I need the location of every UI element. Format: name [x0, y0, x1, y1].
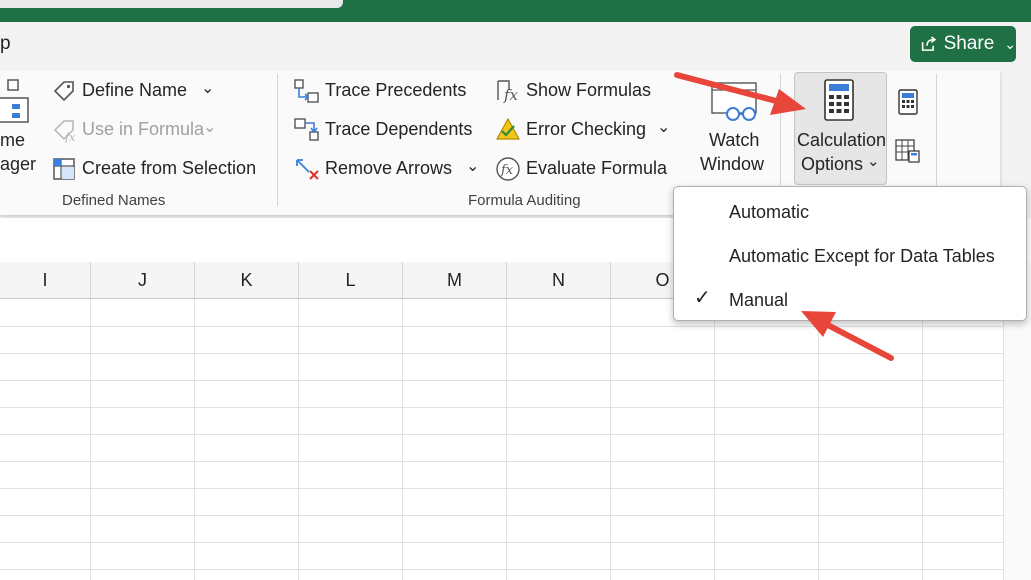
- column-header-l[interactable]: L: [299, 262, 403, 299]
- grid-line: [0, 353, 1003, 354]
- menu-item-automatic[interactable]: Automatic: [729, 202, 809, 223]
- trace-dependents-button[interactable]: Trace Dependents: [325, 119, 472, 140]
- column-header-i[interactable]: I: [0, 262, 91, 299]
- column-header-m[interactable]: M: [403, 262, 507, 299]
- share-icon: [920, 34, 938, 54]
- grid-line: [0, 326, 1003, 327]
- chevron-down-icon: ⌄: [203, 117, 216, 137]
- chevron-down-icon: ⌄: [867, 152, 880, 170]
- grid-line: [922, 299, 923, 580]
- grid-line: [506, 299, 507, 580]
- grid-line: [0, 542, 1003, 543]
- share-label: Share: [944, 33, 995, 55]
- grid-line: [0, 569, 1003, 570]
- grid-line: [0, 461, 1003, 462]
- create-from-selection-button[interactable]: Create from Selection: [82, 158, 256, 179]
- name-manager-icon: [0, 78, 30, 129]
- column-header-j[interactable]: J: [91, 262, 195, 299]
- grid-line: [610, 299, 611, 580]
- grid-line: [402, 299, 403, 580]
- menu-bar: [0, 22, 1031, 70]
- svg-text:fx: fx: [503, 86, 519, 104]
- grid-line: [0, 407, 1003, 408]
- chevron-down-icon[interactable]: ⌄: [466, 156, 479, 176]
- checkmark-icon: ✓: [694, 285, 711, 310]
- show-formulas-button[interactable]: Show Formulas: [526, 80, 651, 101]
- svg-text:fx: fx: [500, 163, 514, 178]
- calculate-now-icon[interactable]: [898, 89, 918, 120]
- menu-item-automatic-except-data-tables[interactable]: Automatic Except for Data Tables: [729, 246, 995, 267]
- use-in-formula-button[interactable]: Use in Formula: [82, 119, 204, 140]
- calculation-options-menu: Automatic Automatic Except for Data Tabl…: [673, 186, 1027, 321]
- error-checking-button[interactable]: Error Checking: [526, 119, 646, 140]
- defined-names-group-label: Defined Names: [62, 192, 165, 209]
- trace-precedents-icon: [294, 79, 320, 108]
- grid-line: [194, 299, 195, 580]
- calculation-options-label-2: Options: [801, 154, 863, 175]
- formula-auditing-group-label: Formula Auditing: [468, 192, 581, 209]
- remove-arrows-button[interactable]: Remove Arrows: [325, 158, 452, 179]
- column-header-n[interactable]: N: [507, 262, 611, 299]
- tab-help-partial[interactable]: p: [0, 33, 11, 55]
- evaluate-formula-button[interactable]: Evaluate Formula: [526, 158, 667, 179]
- show-formulas-icon: fx: [495, 78, 521, 109]
- share-button[interactable]: Share ⌄: [910, 26, 1016, 62]
- grid-line: [0, 515, 1003, 516]
- grid-line: [298, 299, 299, 580]
- remove-arrows-icon: [294, 157, 320, 186]
- column-header-k[interactable]: K: [195, 262, 299, 299]
- calculation-options-label-1: Calculation: [797, 130, 886, 151]
- calculate-sheet-icon[interactable]: [895, 139, 921, 168]
- chevron-down-icon: ⌄: [1004, 36, 1016, 53]
- search-box[interactable]: [0, 0, 343, 8]
- grid-line: [0, 434, 1003, 435]
- trace-dependents-icon: [294, 118, 320, 147]
- use-in-formula-icon: fx: [52, 117, 78, 148]
- group-separator: [277, 74, 278, 206]
- grid-line: [0, 488, 1003, 489]
- evaluate-formula-icon: fx: [495, 156, 521, 187]
- glasses-icon: [711, 82, 759, 131]
- menu-item-manual[interactable]: Manual: [729, 290, 788, 311]
- tag-icon: [52, 79, 76, 108]
- grid-line: [90, 299, 91, 580]
- trace-precedents-button[interactable]: Trace Precedents: [325, 80, 466, 101]
- name-manager-label-2[interactable]: ager: [0, 154, 36, 175]
- chevron-down-icon[interactable]: ⌄: [657, 117, 670, 137]
- svg-text:fx: fx: [64, 131, 76, 143]
- watch-window-label-2[interactable]: Window: [700, 154, 764, 175]
- error-checking-icon: [495, 117, 521, 146]
- grid-line: [0, 380, 1003, 381]
- watch-window-label-1[interactable]: Watch: [709, 130, 759, 151]
- define-name-button[interactable]: Define Name: [82, 80, 187, 101]
- grid-line: [818, 299, 819, 580]
- calculator-icon: [824, 79, 854, 126]
- chevron-down-icon[interactable]: ⌄: [201, 78, 214, 98]
- create-from-selection-icon: [52, 157, 76, 186]
- grid-line: [714, 299, 715, 580]
- name-manager-label-1[interactable]: me: [0, 130, 25, 151]
